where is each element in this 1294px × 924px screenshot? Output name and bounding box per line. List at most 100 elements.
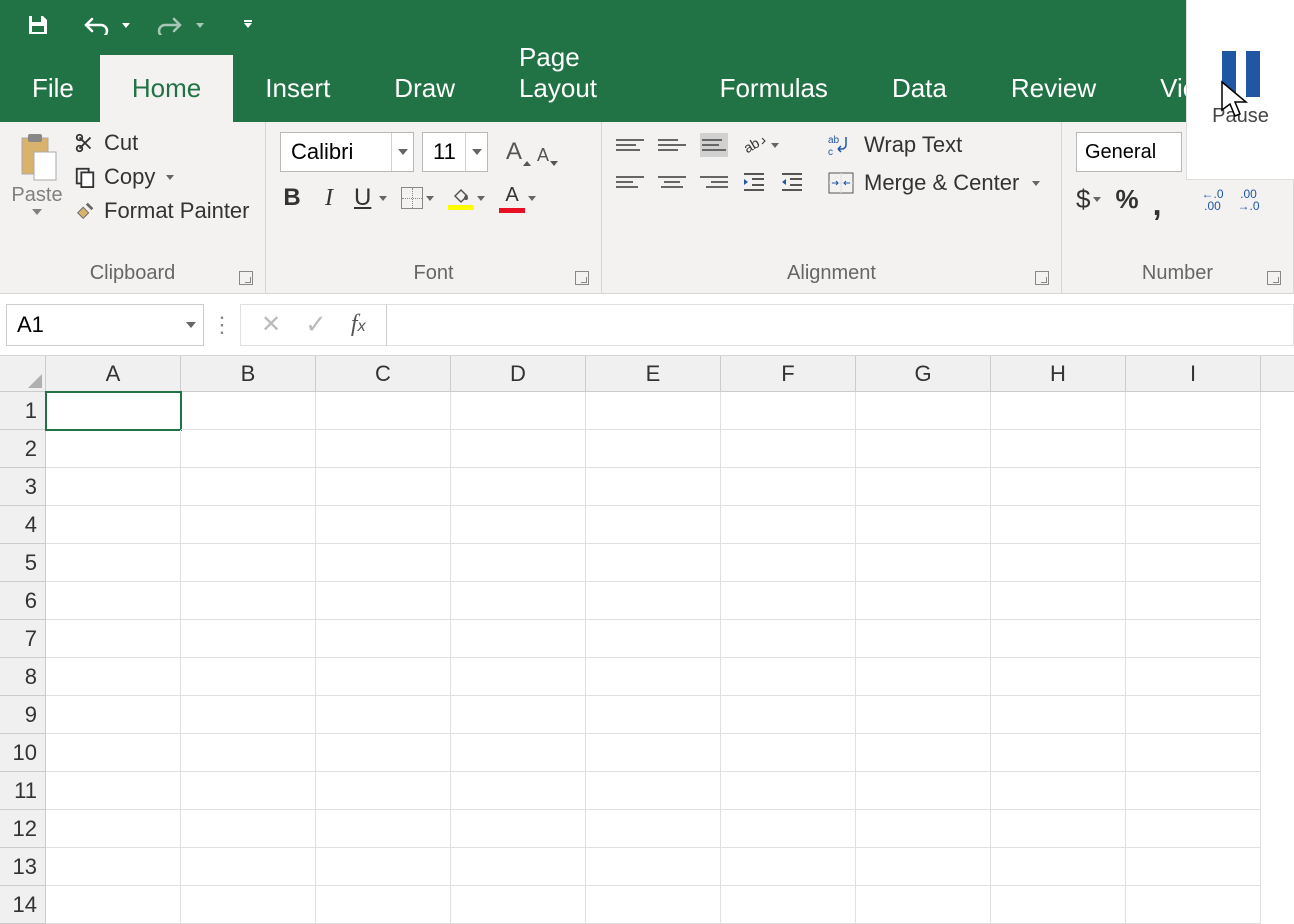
- cell[interactable]: [1126, 430, 1261, 468]
- cell[interactable]: [586, 696, 721, 734]
- cell[interactable]: [451, 468, 586, 506]
- borders-button[interactable]: [401, 182, 434, 214]
- row-header[interactable]: 7: [0, 620, 45, 658]
- row-header[interactable]: 11: [0, 772, 45, 810]
- cell[interactable]: [991, 886, 1126, 924]
- pause-widget[interactable]: Pause: [1186, 0, 1294, 180]
- cell[interactable]: [181, 430, 316, 468]
- italic-button[interactable]: I: [318, 182, 340, 214]
- bold-button[interactable]: B: [280, 182, 304, 214]
- cell[interactable]: [46, 544, 181, 582]
- cell[interactable]: [856, 620, 991, 658]
- cell[interactable]: [721, 544, 856, 582]
- cell[interactable]: [46, 810, 181, 848]
- cell[interactable]: [586, 582, 721, 620]
- row-header[interactable]: 10: [0, 734, 45, 772]
- cell[interactable]: [991, 658, 1126, 696]
- cell[interactable]: [316, 468, 451, 506]
- cell[interactable]: [181, 810, 316, 848]
- cell[interactable]: [316, 392, 451, 430]
- cell[interactable]: [181, 658, 316, 696]
- cell[interactable]: [856, 696, 991, 734]
- number-dialog-launcher[interactable]: [1267, 271, 1281, 285]
- cell[interactable]: [586, 772, 721, 810]
- tab-data[interactable]: Data: [860, 55, 979, 122]
- cell[interactable]: [856, 772, 991, 810]
- cell[interactable]: [586, 430, 721, 468]
- insert-function-button[interactable]: fx: [351, 311, 366, 338]
- cell[interactable]: [46, 620, 181, 658]
- cell[interactable]: [46, 506, 181, 544]
- enter-formula-button[interactable]: ✓: [305, 309, 327, 340]
- column-header[interactable]: C: [316, 356, 451, 391]
- cell[interactable]: [316, 506, 451, 544]
- cell[interactable]: [1126, 810, 1261, 848]
- tab-insert[interactable]: Insert: [233, 55, 362, 122]
- cell[interactable]: [721, 772, 856, 810]
- column-header[interactable]: F: [721, 356, 856, 391]
- cell[interactable]: [721, 430, 856, 468]
- align-middle-button[interactable]: [658, 133, 686, 157]
- decrease-font-button[interactable]: A: [537, 138, 558, 166]
- cell[interactable]: [316, 658, 451, 696]
- cell[interactable]: [451, 620, 586, 658]
- cell[interactable]: [451, 658, 586, 696]
- cell[interactable]: [856, 810, 991, 848]
- cell[interactable]: [181, 392, 316, 430]
- cell[interactable]: [721, 848, 856, 886]
- align-bottom-button[interactable]: [700, 133, 728, 157]
- cell[interactable]: [316, 772, 451, 810]
- percent-format-button[interactable]: %: [1115, 184, 1138, 215]
- copy-dropdown[interactable]: [166, 175, 174, 180]
- cell[interactable]: [46, 468, 181, 506]
- cell[interactable]: [586, 658, 721, 696]
- row-header[interactable]: 8: [0, 658, 45, 696]
- cell[interactable]: [1126, 734, 1261, 772]
- save-button[interactable]: [20, 7, 56, 43]
- cell[interactable]: [1126, 392, 1261, 430]
- cell[interactable]: [181, 734, 316, 772]
- column-header[interactable]: I: [1126, 356, 1261, 391]
- column-header[interactable]: E: [586, 356, 721, 391]
- cell[interactable]: [721, 810, 856, 848]
- cell[interactable]: [991, 392, 1126, 430]
- cell[interactable]: [586, 392, 721, 430]
- cancel-formula-button[interactable]: ✕: [261, 310, 281, 339]
- cell[interactable]: [181, 506, 316, 544]
- cell[interactable]: [856, 430, 991, 468]
- cell[interactable]: [451, 810, 586, 848]
- column-header[interactable]: B: [181, 356, 316, 391]
- cell[interactable]: [991, 696, 1126, 734]
- cell[interactable]: [856, 582, 991, 620]
- cell[interactable]: [316, 696, 451, 734]
- cell[interactable]: [991, 810, 1126, 848]
- font-size-input[interactable]: [423, 133, 465, 171]
- format-painter-button[interactable]: Format Painter: [74, 198, 250, 224]
- cell[interactable]: [46, 430, 181, 468]
- font-size-combo[interactable]: [422, 132, 488, 172]
- cell[interactable]: [451, 772, 586, 810]
- cell[interactable]: [991, 506, 1126, 544]
- cell[interactable]: [991, 582, 1126, 620]
- merge-dropdown[interactable]: [1032, 181, 1040, 186]
- fill-color-button[interactable]: [448, 182, 485, 214]
- cell[interactable]: [1126, 848, 1261, 886]
- cell[interactable]: [181, 468, 316, 506]
- cell[interactable]: [586, 886, 721, 924]
- cell[interactable]: [856, 658, 991, 696]
- cell[interactable]: [991, 772, 1126, 810]
- tab-formulas[interactable]: Formulas: [688, 55, 860, 122]
- cell[interactable]: [1126, 544, 1261, 582]
- cell[interactable]: [451, 430, 586, 468]
- tab-review[interactable]: Review: [979, 55, 1128, 122]
- row-header[interactable]: 2: [0, 430, 45, 468]
- cell[interactable]: [316, 620, 451, 658]
- cell[interactable]: [451, 848, 586, 886]
- formula-input[interactable]: [386, 304, 1294, 346]
- row-header[interactable]: 13: [0, 848, 45, 886]
- cell[interactable]: [451, 392, 586, 430]
- cell[interactable]: [1126, 696, 1261, 734]
- cell[interactable]: [721, 392, 856, 430]
- row-header[interactable]: 4: [0, 506, 45, 544]
- align-top-button[interactable]: [616, 133, 644, 157]
